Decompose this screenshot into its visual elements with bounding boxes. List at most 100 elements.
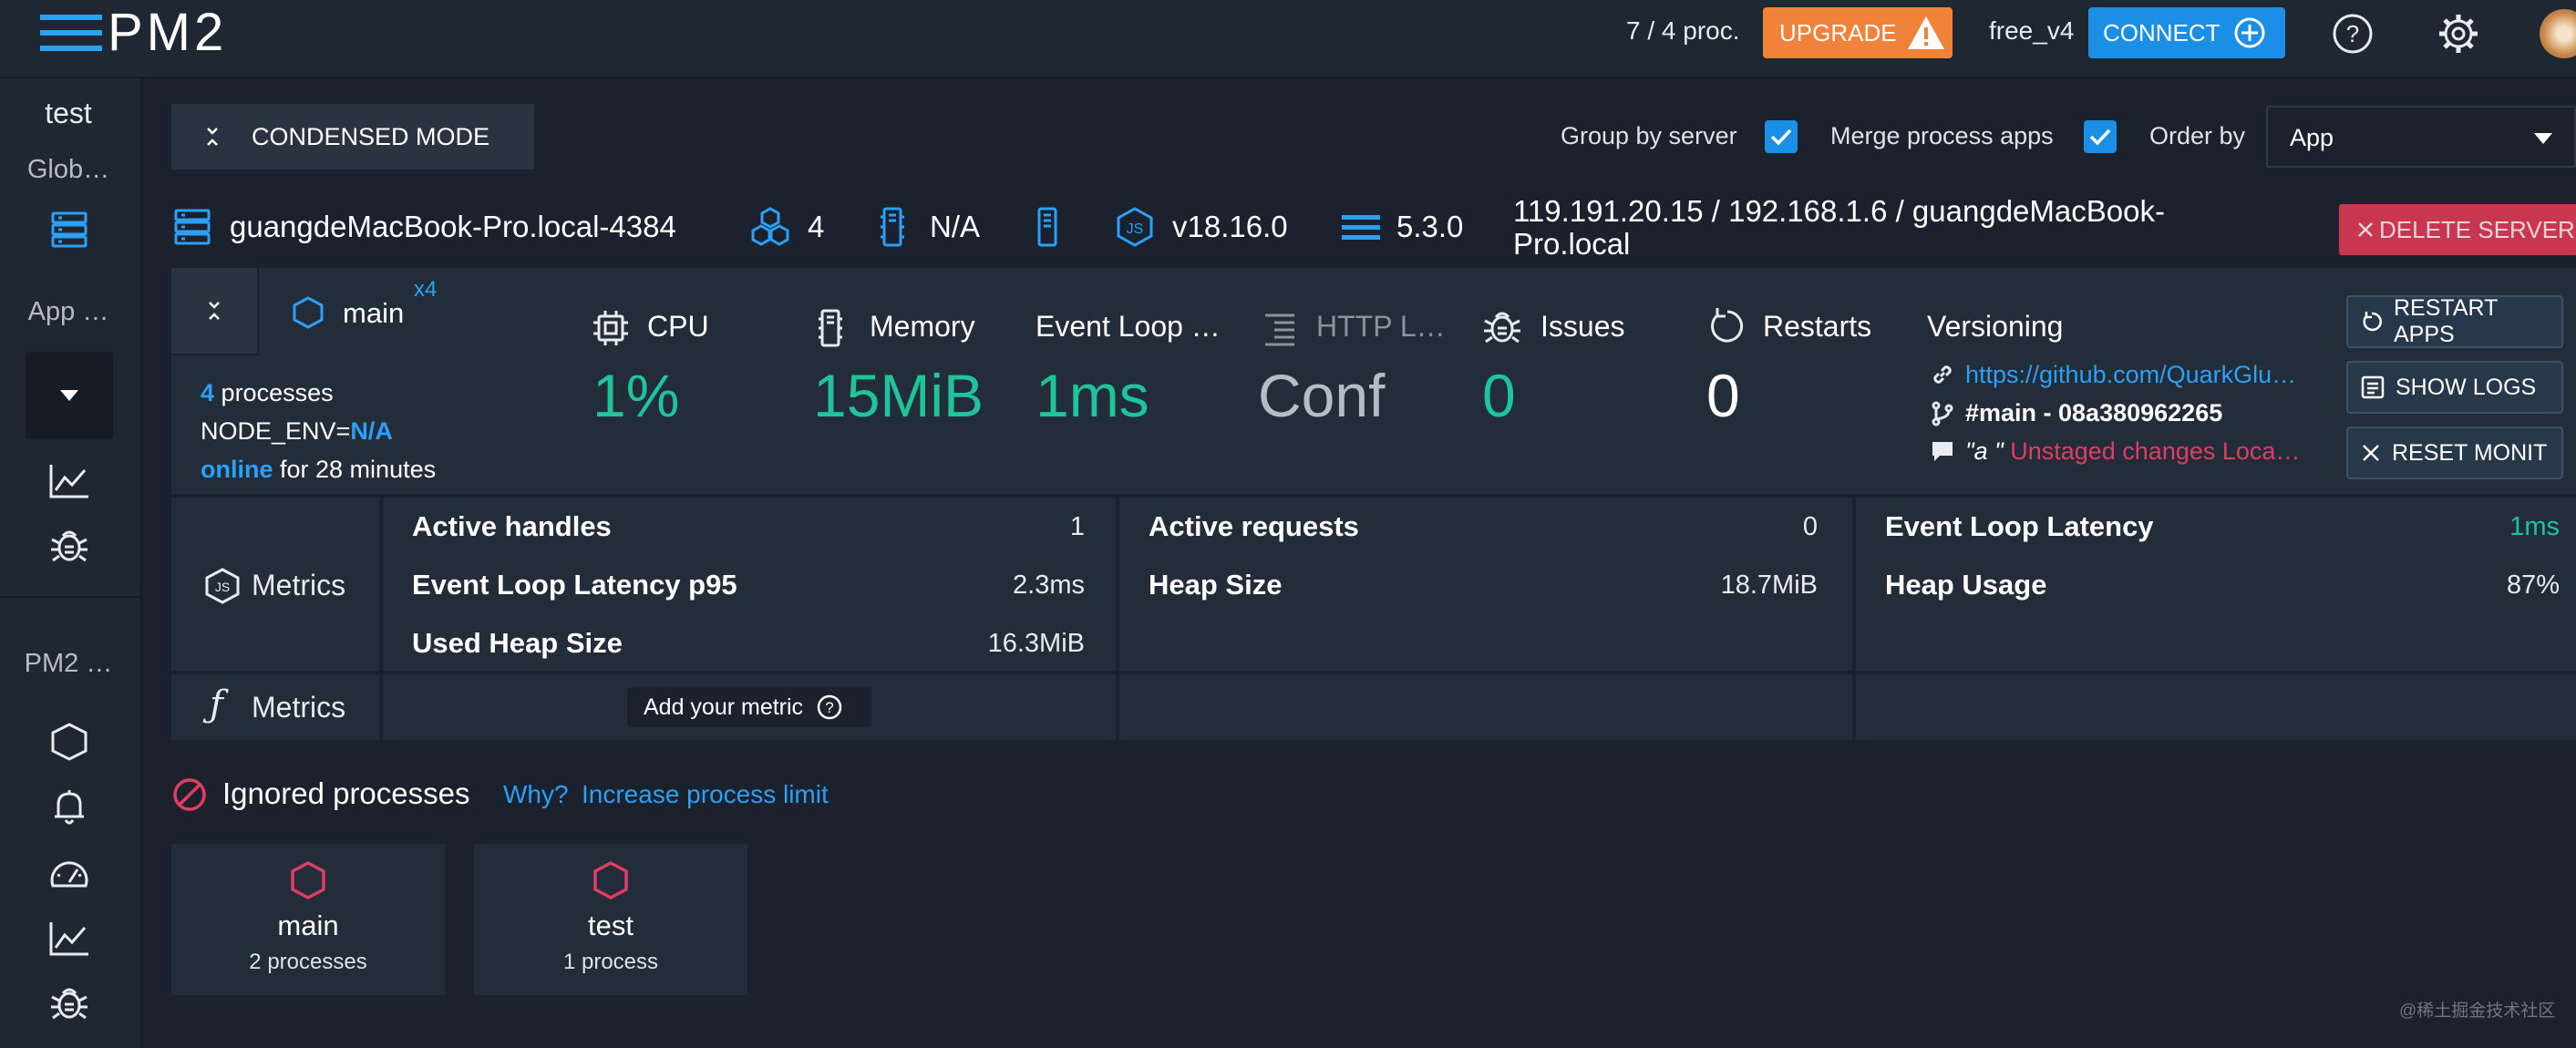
js-metrics-label: Metrics xyxy=(252,569,346,601)
custom-metrics-cell-3 xyxy=(1856,674,2576,740)
condensed-mode-button[interactable]: CONDENSED MODE xyxy=(171,104,534,170)
app-name[interactable]: main xyxy=(343,297,404,330)
cpu-cores-icon xyxy=(749,206,791,248)
status-line: online for 28 minutes xyxy=(201,456,436,484)
metric-value: 18.7MiB xyxy=(1720,570,1818,600)
menu-icon[interactable] xyxy=(40,13,102,53)
sidebar: test Glob… App … PM2 … xyxy=(0,78,142,1048)
http-latency-value[interactable]: Conf xyxy=(1258,361,1385,430)
upgrade-button[interactable]: UPGRADE xyxy=(1763,7,1953,58)
order-by-value: App xyxy=(2290,124,2334,151)
http-list-icon xyxy=(1263,312,1296,346)
svg-text:JS: JS xyxy=(1127,221,1144,237)
metrics-column-3: Event Loop Latency 1ms Heap Usage 87% xyxy=(1856,498,2576,671)
gear-icon[interactable] xyxy=(2437,13,2479,55)
svg-text:?: ? xyxy=(2346,20,2359,47)
metric-label: Heap Usage xyxy=(1885,569,2047,601)
ignored-processes-title: Ignored processes xyxy=(222,776,470,810)
restart-apps-label: RESTART APPS xyxy=(2394,295,2498,347)
merge-process-apps-label: Merge process apps xyxy=(1830,122,2054,149)
metric-label: Event Loop Latency p95 xyxy=(412,569,737,601)
ignored-process-card[interactable]: test 1 process xyxy=(474,844,747,995)
hexagon-icon[interactable] xyxy=(46,718,93,765)
restart-icon xyxy=(1708,306,1747,346)
bucket-name[interactable]: test xyxy=(0,97,137,130)
memory-chip-icon xyxy=(879,206,906,248)
server-address-line2: Pro.local xyxy=(1513,227,1631,261)
bug-icon xyxy=(1482,306,1522,346)
delete-server-label: DELETE SERVER xyxy=(2379,215,2575,243)
app-collapse-button[interactable] xyxy=(171,268,259,355)
commit-line: "a " Unstaged changes Loca… xyxy=(1965,437,2300,466)
metric-value: 87% xyxy=(2506,570,2560,600)
git-branch-icon xyxy=(1931,401,1954,426)
ignored-process-card[interactable]: main 2 processes xyxy=(171,844,445,995)
card-count: 2 processes xyxy=(249,950,367,974)
pm2-logo[interactable]: PM2 xyxy=(108,2,227,63)
server-memory: N/A xyxy=(930,210,981,243)
chart-line-icon[interactable] xyxy=(46,457,93,505)
group-by-server-checkbox[interactable] xyxy=(1765,120,1798,153)
restarts-label: Restarts xyxy=(1763,310,1872,343)
increase-limit-link[interactable]: Increase process limit xyxy=(582,780,829,809)
cpu-count: 4 xyxy=(808,210,825,243)
bug-icon[interactable] xyxy=(46,521,93,569)
restarts-value: 0 xyxy=(1706,362,1740,429)
show-logs-label: SHOW LOGS xyxy=(2396,374,2537,400)
warning-icon xyxy=(1906,15,1946,51)
metric-value: 16.3MiB xyxy=(987,629,1085,658)
collapse-icon xyxy=(208,300,221,322)
memory-icon xyxy=(817,308,844,348)
restart-apps-button[interactable]: RESTART APPS xyxy=(2346,295,2563,348)
avatar[interactable] xyxy=(2540,9,2576,58)
git-branch: #main - 08a380962265 xyxy=(1965,399,2223,426)
why-link[interactable]: Why? xyxy=(503,780,569,809)
metric-label: Active requests xyxy=(1149,510,1359,542)
caret-down-icon xyxy=(2534,133,2552,144)
close-icon xyxy=(2357,221,2374,238)
metric-label: Heap Size xyxy=(1149,569,1283,601)
bug-icon-2[interactable] xyxy=(46,979,93,1026)
chart-line-icon-2[interactable] xyxy=(46,915,93,962)
pm2-version: 5.3.0 xyxy=(1396,210,1464,243)
help-icon[interactable]: ? xyxy=(2332,13,2374,55)
condensed-mode-label: CONDENSED MODE xyxy=(252,122,490,150)
process-count-value: 4 xyxy=(201,379,215,406)
node-env-label: NODE_ENV= xyxy=(201,417,351,445)
pm2-section-label: PM2 … xyxy=(24,649,113,678)
merge-process-apps-checkbox[interactable] xyxy=(2084,120,2117,153)
metric-value: 0 xyxy=(1802,512,1818,541)
server-stack-icon[interactable] xyxy=(46,206,93,253)
metrics-column-1: Active handles 1 Event Loop Latency p95 … xyxy=(383,498,1116,671)
node-env-value: N/A xyxy=(350,417,393,445)
custom-metrics-cell-1: Add your metric ? xyxy=(383,674,1116,740)
reset-monit-button[interactable]: RESET MONIT xyxy=(2346,426,2563,479)
plus-circle-icon xyxy=(2233,16,2266,49)
connect-label: CONNECT xyxy=(2103,18,2221,46)
app-dropdown[interactable] xyxy=(26,352,113,439)
delete-server-button[interactable]: DELETE SERVER xyxy=(2339,204,2576,255)
memory-value: 15MiB xyxy=(813,362,984,429)
add-metric-button[interactable]: Add your metric ? xyxy=(627,687,871,727)
order-by-select[interactable]: App xyxy=(2266,106,2576,168)
function-icon: ƒ xyxy=(210,683,223,725)
comment-icon xyxy=(1931,439,1954,463)
repo-url-link[interactable]: https://github.com/QuarkGlu… xyxy=(1965,361,2296,389)
card-name: test xyxy=(588,909,634,941)
dashboard-icon[interactable] xyxy=(46,849,93,897)
show-logs-button[interactable]: SHOW LOGS xyxy=(2346,361,2563,414)
watermark: @稀土掘金技术社区 xyxy=(2399,1002,2556,1021)
close-icon xyxy=(2361,443,2381,463)
memory-label: Memory xyxy=(870,310,975,343)
order-by-label: Order by xyxy=(2149,122,2246,149)
bell-icon[interactable] xyxy=(46,784,93,831)
metric-label: Event Loop Latency xyxy=(1885,510,2154,542)
logs-icon xyxy=(2361,375,2385,399)
connect-button[interactable]: CONNECT xyxy=(2088,7,2285,58)
nodejs-icon: JS xyxy=(204,567,241,605)
processes-label: processes xyxy=(221,379,334,406)
commit-prefix: "a " xyxy=(1965,437,2004,465)
group-by-server-label: Group by server xyxy=(1561,122,1737,149)
help-icon: ? xyxy=(816,694,843,721)
cpu-label: CPU xyxy=(647,310,709,343)
